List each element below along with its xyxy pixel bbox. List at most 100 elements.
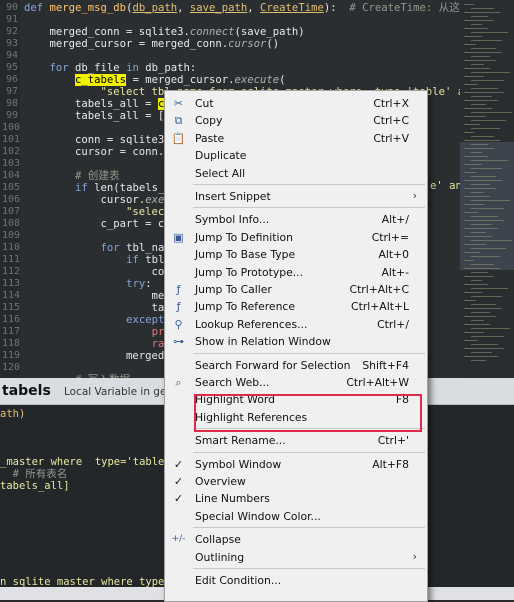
minimap-line — [464, 252, 480, 253]
menu-item-symbol-info[interactable]: Symbol Info... Alt+/ — [165, 211, 427, 228]
code-token: (save_path) — [234, 26, 305, 38]
code-line[interactable]: "select t — [24, 206, 183, 218]
menu-item-line-numbers[interactable]: ✓ Line Numbers — [165, 490, 427, 507]
code-token: in — [126, 62, 139, 74]
menu-item-jump-to-prototype[interactable]: Jump To Prototype... Alt+- — [165, 264, 427, 281]
code-token: tabel — [24, 302, 184, 314]
code-line[interactable]: if len(tabels_all — [24, 182, 183, 194]
menu-item-copy[interactable]: ⧉ Copy Ctrl+C — [165, 112, 427, 129]
code-token: execute — [234, 74, 280, 86]
menu-item-jump-to-definition[interactable]: ▣ Jump To Definition Ctrl+= — [165, 229, 427, 246]
menu-item-duplicate[interactable]: Duplicate — [165, 147, 427, 164]
menu-item-search-web[interactable]: ⌕ Search Web... Ctrl+Alt+W — [165, 374, 427, 391]
code-line[interactable]: for tbl_name, — [24, 242, 184, 254]
minimap-line — [471, 288, 508, 289]
code-line[interactable]: c_part = curs — [24, 218, 184, 230]
menu-item-insert-snippet[interactable]: Insert Snippet › — [165, 188, 427, 205]
code-token: CreateTime — [260, 2, 324, 14]
code-line[interactable]: merge — [24, 290, 184, 302]
minimap-line — [471, 56, 490, 57]
overview-minimap[interactable] — [460, 0, 514, 378]
menu-item-jump-to-caller[interactable]: ƒ Jump To Caller Ctrl+Alt+C — [165, 281, 427, 298]
code-line[interactable]: merged_conn = sqlite3.connect(save_path) — [24, 26, 305, 38]
menu-item-lookup-references[interactable]: ⚲ Lookup References... Ctrl+/ — [165, 316, 427, 333]
menu-item-highlight-word[interactable]: Highlight Word F8 — [165, 391, 427, 408]
menu-item-shortcut: Ctrl+/ — [377, 317, 409, 331]
menu-item-shortcut: Ctrl+Alt+C — [349, 283, 409, 296]
minimap-line — [471, 80, 504, 81]
code-line[interactable]: def merge_msg_db(db_path, save_path, Cre… — [24, 2, 492, 14]
scissors-icon: ✂ — [173, 97, 184, 110]
menu-item-shortcut: Alt+/ — [381, 213, 409, 227]
minimap-line — [464, 164, 482, 165]
menu-item-smart-rename[interactable]: Smart Rename... Ctrl+' — [165, 432, 427, 449]
code-line[interactable]: cursor.execut — [24, 194, 184, 206]
code-token: cursor = conn.cur — [24, 146, 184, 158]
minimap-line — [471, 24, 482, 25]
code-line[interactable]: merged_co — [24, 350, 183, 362]
menu-item-jump-to-base-type[interactable]: Jump To Base Type Alt+0 — [165, 246, 427, 263]
code-line[interactable]: tabels_all = [row — [24, 110, 183, 122]
code-token: , — [247, 2, 261, 14]
menu-item-overview[interactable]: ✓ Overview — [165, 473, 427, 490]
code-token: connect — [189, 26, 235, 38]
minimap-line — [464, 268, 500, 269]
menu-item-label: Special Window Color... — [195, 509, 321, 523]
line-number: 98 — [5, 98, 18, 109]
menu-item-highlight-references[interactable]: Highlight References — [165, 409, 427, 426]
line-number: 104 — [2, 170, 21, 181]
code-line[interactable]: except Ex — [24, 314, 183, 326]
menu-item-search-forward-for-selection[interactable]: Search Forward for Selection Shift+F4 — [165, 357, 427, 374]
code-line[interactable]: print — [24, 326, 184, 338]
menu-item-edit-condition[interactable]: Edit Condition... — [165, 572, 427, 589]
line-number: 120 — [2, 362, 21, 373]
code-token: "select t — [24, 206, 184, 218]
menu-separator — [193, 568, 425, 569]
menu-separator — [193, 527, 425, 529]
jump-caller-icon: ƒ — [176, 283, 181, 296]
code-line[interactable]: tabel — [24, 302, 184, 314]
menu-item-shortcut: Ctrl+V — [373, 131, 409, 145]
code-token: ): — [323, 2, 350, 14]
line-number: 100 — [2, 122, 21, 133]
line-number: 113 — [2, 278, 21, 289]
menu-item-label: Jump To Definition — [195, 230, 293, 244]
minimap-line — [471, 280, 482, 281]
menu-item-label: Search Forward for Selection — [195, 358, 351, 372]
code-line[interactable]: c_tabels = merged_cursor.execute( — [24, 74, 286, 86]
menu-item-cut[interactable]: ✂ Cut Ctrl+X — [165, 95, 427, 112]
code-line[interactable]: cursor = conn.cur — [24, 146, 183, 158]
code-line[interactable]: merged_cursor = merged_conn.cursor() — [24, 38, 280, 50]
line-number: 119 — [2, 350, 21, 361]
menu-item-select-all[interactable]: Select All — [165, 165, 427, 182]
paste-icon: 📋 — [171, 131, 186, 145]
minimap-line — [464, 100, 498, 101]
menu-separator — [193, 428, 425, 430]
menu-item-show-in-relation-window[interactable]: ⊶ Show in Relation Window — [165, 333, 427, 350]
code-token: def — [24, 2, 50, 14]
code-line[interactable]: try: — [24, 278, 152, 290]
menu-item-special-window-color[interactable]: Special Window Color... — [165, 508, 427, 525]
menu-item-symbol-window[interactable]: ✓ Symbol Window Alt+F8 — [165, 456, 427, 473]
code-line[interactable]: conti — [24, 266, 184, 278]
code-token: db_file — [68, 62, 127, 74]
minimap-line — [471, 208, 504, 209]
minimap-viewport[interactable] — [460, 142, 514, 270]
code-token: () — [266, 38, 280, 50]
code-line[interactable]: # 创建表 — [24, 170, 120, 182]
line-number: 110 — [2, 242, 21, 253]
line-number: 96 — [5, 74, 18, 85]
checkmark-icon: ✓ — [173, 492, 184, 506]
menu-item-paste[interactable]: 📋 Paste Ctrl+V — [165, 130, 427, 147]
preview-code-line: # 所有表名 — [0, 468, 68, 480]
code-line[interactable]: raise — [24, 338, 184, 350]
code-line[interactable]: for db_file in db_path: — [24, 62, 197, 74]
code-line[interactable]: if tbl_na — [24, 254, 183, 266]
menu-item-jump-to-reference[interactable]: ƒ Jump To Reference Ctrl+Alt+L — [165, 298, 427, 315]
menu-item-outlining[interactable]: Outlining › — [165, 549, 427, 566]
minimap-line — [471, 360, 486, 361]
menu-item-collapse[interactable]: +/- Collapse — [165, 531, 427, 548]
